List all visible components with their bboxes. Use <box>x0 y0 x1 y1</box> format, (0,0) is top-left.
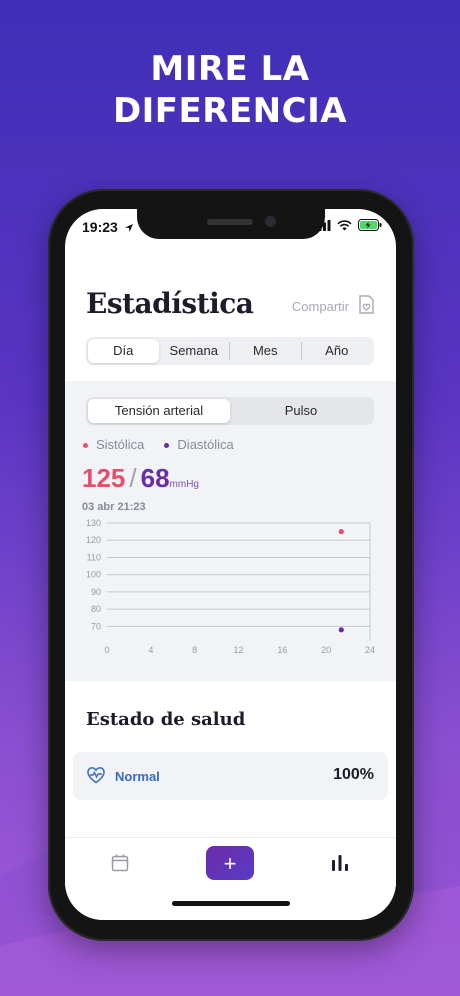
systolic-dot <box>83 443 88 449</box>
systolic-value: 125 <box>82 463 126 493</box>
health-status-percent: 100% <box>333 766 374 783</box>
x-tick-label: 16 <box>277 645 287 655</box>
share-button[interactable]: Compartir <box>292 299 349 314</box>
period-segmented-control: Día Semana Mes Año <box>86 337 374 365</box>
metric-segmented-control: Tensión arterial Pulso <box>86 397 374 425</box>
y-tick-label: 100 <box>86 570 101 580</box>
bottom-tab-bar: + <box>65 837 396 920</box>
legend-diastolic: Diastólica <box>177 437 234 452</box>
notch <box>137 209 325 239</box>
phone-screen: 19:23 Estadística Compartir Día Semana M… <box>65 209 396 920</box>
y-tick-label: 120 <box>86 535 101 545</box>
tab-blood-pressure[interactable]: Tensión arterial <box>88 399 230 423</box>
statistics-icon[interactable] <box>331 854 349 872</box>
location-arrow-icon <box>124 224 133 232</box>
systolic-point <box>338 529 344 535</box>
health-status-title: Estado de salud <box>86 709 246 730</box>
reading-datetime: 03 abr 21:23 <box>82 501 146 513</box>
phone-frame: 19:23 Estadística Compartir Día Semana M… <box>48 189 414 941</box>
y-tick-label: 130 <box>86 518 101 528</box>
latest-reading: 125/68mmHg <box>82 463 199 494</box>
y-tick-label: 70 <box>91 621 101 631</box>
tab-year[interactable]: Año <box>302 339 373 363</box>
tab-pulse[interactable]: Pulso <box>230 399 372 423</box>
y-tick-label: 90 <box>91 587 101 597</box>
legend-systolic: Sistólica <box>96 437 145 452</box>
chart-legend: Sistólica Diastólica <box>83 437 234 452</box>
status-time: 19:23 <box>82 219 118 235</box>
speaker <box>207 219 253 225</box>
y-tick-label: 110 <box>87 552 101 562</box>
page-title: Estadística <box>86 287 254 320</box>
y-tick-label: 80 <box>91 604 101 614</box>
x-tick-label: 0 <box>104 645 109 655</box>
reading-separator: / <box>129 463 137 493</box>
blood-pressure-chart: 70 80 90 100 110 120 130 0 4 8 12 16 20 24 <box>86 518 375 655</box>
x-tick-label: 8 <box>192 645 197 655</box>
x-tick-label: 4 <box>148 645 153 655</box>
x-tick-label: 24 <box>365 645 375 655</box>
diastolic-dot <box>164 443 170 449</box>
heart-pulse-icon <box>87 767 105 784</box>
diastolic-point <box>338 627 344 633</box>
tab-month[interactable]: Mes <box>230 339 301 363</box>
battery-charging-icon <box>358 219 382 231</box>
tab-week[interactable]: Semana <box>159 339 230 363</box>
app-store-screenshot: { "headline": { "line1": "MIRE LA", "lin… <box>0 0 460 996</box>
headline-line-2: DIFERENCIA <box>112 91 348 131</box>
health-status-card[interactable]: Normal 100% <box>73 752 388 800</box>
reading-unit: mmHg <box>169 479 199 490</box>
share-heart-icon[interactable] <box>357 295 375 315</box>
health-status-label: Normal <box>115 769 160 784</box>
tab-day[interactable]: Día <box>88 339 159 363</box>
calendar-icon[interactable] <box>111 854 129 872</box>
add-measurement-button[interactable]: + <box>206 846 254 880</box>
wifi-icon <box>337 219 352 230</box>
home-indicator <box>172 901 290 906</box>
x-tick-label: 20 <box>321 645 331 655</box>
x-tick-label: 12 <box>233 645 243 655</box>
diastolic-value: 68 <box>140 463 170 493</box>
camera <box>265 216 276 227</box>
headline: MIRE LA DIFERENCIA <box>0 48 460 132</box>
headline-line-1: MIRE LA <box>150 49 310 89</box>
